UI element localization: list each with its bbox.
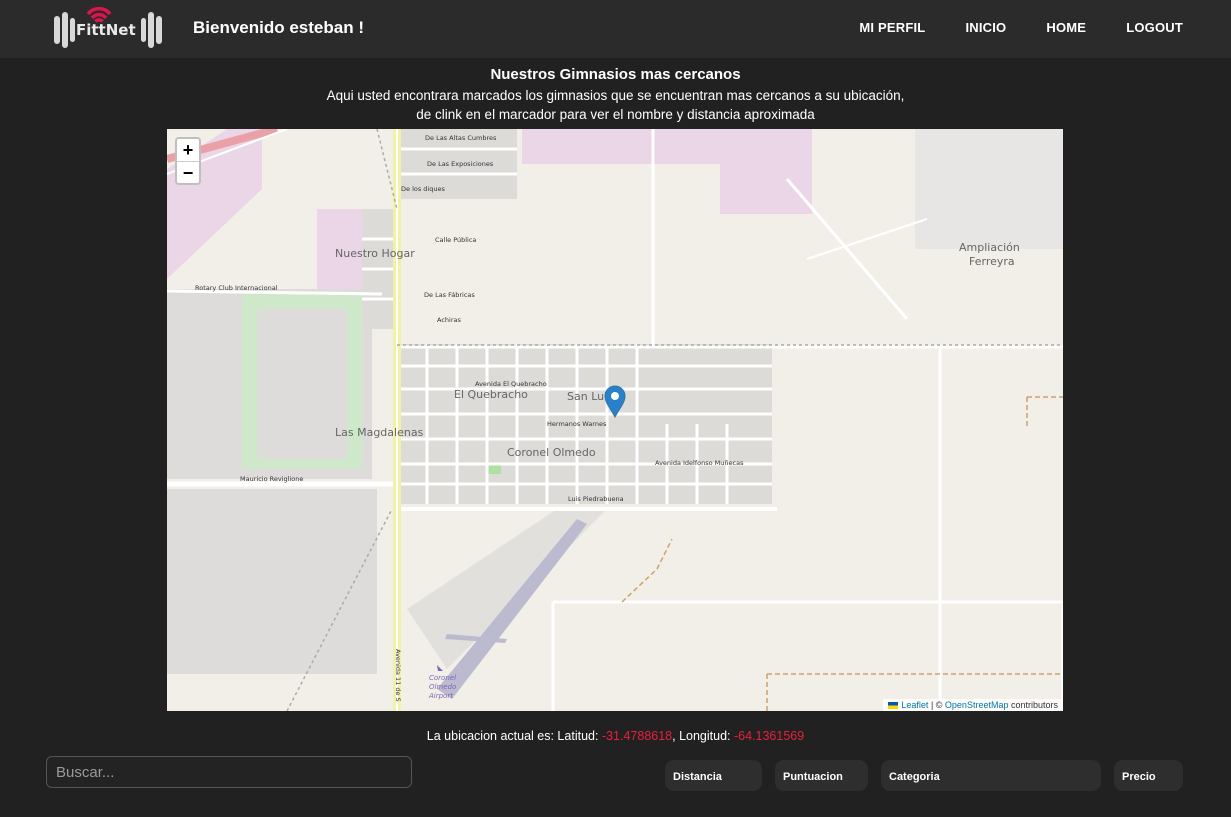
nav-links: MI PERFIL INICIO HOME LOGOUT: [859, 20, 1183, 35]
navbar: FittNet Bienvenido esteban ! MI PERFIL I…: [0, 0, 1231, 58]
page-subtitle-line2: de clink en el marcador para ver el nomb…: [416, 107, 815, 122]
filter-precio-button[interactable]: Precio: [1114, 760, 1183, 791]
map-tiles[interactable]: Nuestro Hogar El Quebracho San Luis Las …: [167, 129, 1063, 711]
attribution-separator: | ©: [928, 700, 945, 710]
label-coronel-olmedo: Coronel Olmedo: [507, 446, 596, 459]
search-input[interactable]: [46, 756, 412, 788]
label-el-quebracho: El Quebracho: [454, 388, 528, 401]
label-avenida-idelfonso: Avenida Idelfonso Muñecas: [655, 459, 744, 467]
residential-south-west: [167, 489, 377, 674]
industrial-zone-ne: [720, 164, 812, 214]
welcome-message: Bienvenido esteban !: [193, 18, 364, 37]
longitude-value: -64.1361569: [733, 729, 805, 743]
zoom-out-button[interactable]: −: [177, 161, 199, 183]
label-nuestro-hogar: Nuestro Hogar: [335, 247, 415, 260]
zoom-control: + −: [175, 137, 201, 185]
latitude-value: -31.4788618: [601, 729, 673, 743]
current-location: La ubicacion actual es: Latitud: -31.478…: [0, 729, 1231, 743]
nav-home[interactable]: HOME: [1046, 20, 1086, 35]
leaflet-link[interactable]: Leaflet: [901, 700, 928, 710]
label-airport-1: Coronel: [429, 674, 456, 682]
filter-puntuacion-button[interactable]: Puntuacion: [775, 760, 868, 791]
label-de-los-diques: De los diques: [401, 185, 445, 193]
label-avenida-11: Avenida 11 de S: [394, 649, 402, 702]
map-attribution: Leaflet | © OpenStreetMap contributors: [883, 699, 1063, 711]
label-de-las-fabricas: De Las Fábricas: [424, 291, 475, 299]
zoom-in-button[interactable]: +: [177, 139, 199, 161]
nav-inicio[interactable]: INICIO: [965, 20, 1006, 35]
label-calle-publica: Calle Pública: [435, 236, 476, 244]
attribution-suffix: contributors: [1008, 700, 1058, 710]
label-airport-3: Airport: [428, 692, 453, 700]
label-luis-piedrabuena: Luis Piedrabuena: [568, 495, 624, 503]
logo-text: FittNet: [76, 21, 136, 39]
label-hermanos-warnes: Hermanos Warnes: [547, 420, 607, 428]
residential-zone-ferreyra: [915, 129, 1063, 249]
nav-mi-perfil[interactable]: MI PERFIL: [859, 20, 925, 35]
label-de-las-exposiciones: De Las Exposiciones: [427, 160, 494, 168]
label-mauricio-reviglione: Mauricio Reviglione: [240, 475, 303, 483]
label-las-magdalenas: Las Magdalenas: [335, 426, 424, 439]
industrial-zone-north: [522, 129, 812, 164]
openstreetmap-link[interactable]: OpenStreetMap: [945, 700, 1009, 710]
location-prefix: La ubicacion actual es: Latitud:: [426, 729, 602, 743]
label-rotary: Rotary Club Internacional: [195, 284, 278, 292]
gym-map[interactable]: Nuestro Hogar El Quebracho San Luis Las …: [167, 129, 1063, 711]
page-title: Nuestros Gimnasios mas cercanos: [490, 66, 741, 83]
label-ferreyra: Ferreyra: [969, 255, 1015, 268]
nav-logout[interactable]: LOGOUT: [1126, 20, 1183, 35]
page-subtitle-line1: Aqui usted encontrara marcados los gimna…: [326, 88, 905, 103]
label-achiras: Achiras: [437, 316, 461, 324]
label-airport-2: Olmedo: [429, 683, 456, 691]
location-mid: , Longitud:: [672, 729, 734, 743]
label-avenida-quebracho: Avenida El Quebracho: [475, 380, 547, 388]
label-ampliacion: Ampliación: [959, 241, 1020, 254]
ukraine-flag-icon: [888, 702, 899, 709]
fittnet-logo[interactable]: FittNet: [52, 2, 164, 50]
label-de-las-altas-cumbres: De Las Altas Cumbres: [425, 134, 497, 142]
filter-categoria-button[interactable]: Categoria: [881, 760, 1101, 791]
filter-distancia-button[interactable]: Distancia: [665, 760, 762, 791]
